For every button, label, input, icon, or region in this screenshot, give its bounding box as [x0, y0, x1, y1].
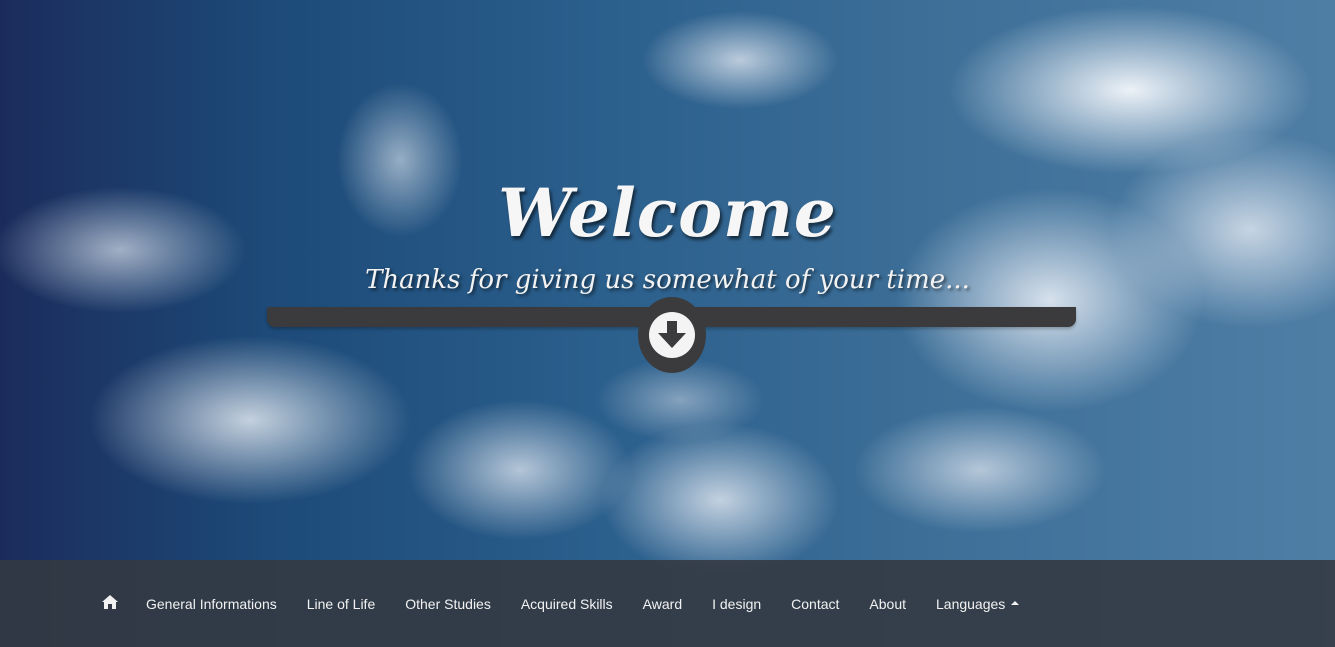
- hero-section: Welcome Thanks for giving us somewhat of…: [0, 0, 1335, 560]
- arrow-circle-down-icon: [648, 311, 696, 359]
- nav-acquired-skills[interactable]: Acquired Skills: [506, 596, 628, 612]
- main-navbar: General Informations Line of Life Other …: [0, 560, 1335, 647]
- nav-label: Award: [642, 595, 683, 612]
- nav-other-studies[interactable]: Other Studies: [390, 596, 506, 612]
- welcome-subtitle: Thanks for giving us somewhat of your ti…: [365, 265, 970, 295]
- nav-contact[interactable]: Contact: [776, 596, 854, 612]
- nav-award[interactable]: Award: [628, 596, 697, 612]
- nav-list: General Informations Line of Life Other …: [90, 560, 1034, 647]
- nav-label: I design: [712, 595, 762, 612]
- home-icon: [102, 595, 118, 612]
- nav-label: Other Studies: [405, 595, 491, 612]
- caret-up-icon: [1011, 600, 1020, 605]
- nav-general-informations[interactable]: General Informations: [131, 596, 292, 612]
- scroll-down-button[interactable]: [638, 297, 706, 373]
- nav-label: Line of Life: [306, 595, 376, 612]
- nav-home[interactable]: [90, 595, 131, 612]
- nav-label: Acquired Skills: [520, 595, 613, 612]
- nav-about[interactable]: About: [854, 596, 921, 612]
- nav-label: Languages: [936, 595, 1006, 612]
- nav-label: About: [869, 595, 906, 612]
- nav-line-of-life[interactable]: Line of Life: [292, 596, 391, 612]
- page: Welcome Thanks for giving us somewhat of…: [0, 0, 1335, 647]
- nav-label: Contact: [791, 595, 840, 612]
- nav-languages-dropdown[interactable]: Languages: [921, 596, 1034, 612]
- nav-label: General Informations: [146, 595, 277, 612]
- nav-i-design[interactable]: I design: [697, 596, 776, 612]
- welcome-title: Welcome: [498, 174, 837, 252]
